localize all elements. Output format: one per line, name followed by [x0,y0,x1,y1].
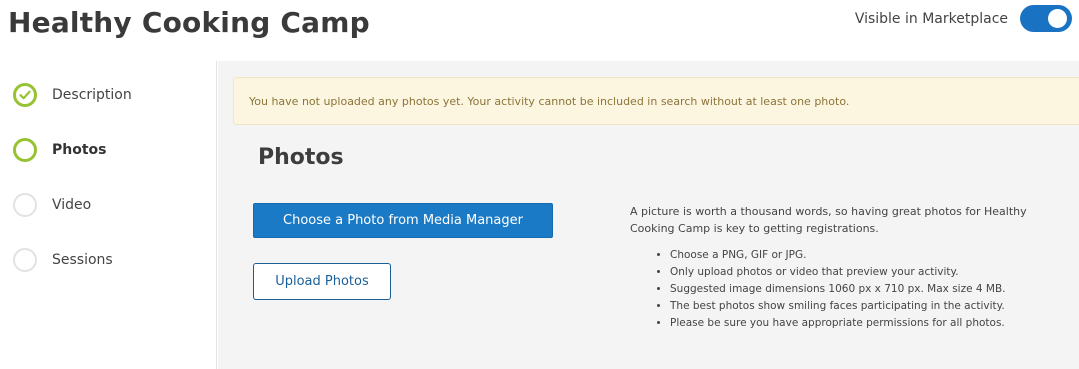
upload-photos-button[interactable]: Upload Photos [253,263,391,300]
tips-list: Choose a PNG, GIF or JPG. Only upload ph… [630,247,1070,332]
list-item: Choose a PNG, GIF or JPG. [670,247,1070,264]
toggle-knob [1048,9,1067,28]
step-label: Photos [52,142,107,158]
marketplace-visibility: Visible in Marketplace [855,5,1072,32]
step-sessions[interactable]: Sessions [13,247,113,273]
visibility-label: Visible in Marketplace [854,10,1008,27]
list-item: The best photos show smiling faces parti… [670,298,1070,315]
list-item: Suggested image dimensions 1060 px x 710… [670,281,1070,298]
guidelines-intro: A picture is worth a thousand words, so … [630,205,1027,235]
step-label: Sessions [52,252,113,268]
active-step-icon [13,138,37,162]
visibility-toggle[interactable] [1020,5,1072,32]
section-title: Photos [258,145,344,170]
steps-sidebar: Description Photos Video Sessions [0,61,217,369]
check-icon [13,83,37,107]
main-panel: You have not uploaded any photos yet. Yo… [218,61,1079,369]
choose-from-media-manager-button[interactable]: Choose a Photo from Media Manager [253,203,553,238]
list-item: Please be sure you have appropriate perm… [670,315,1070,332]
pending-step-icon [13,248,37,272]
step-video[interactable]: Video [13,192,91,218]
list-item: Only upload photos or video that preview… [670,264,1070,281]
page-title: Healthy Cooking Camp [8,6,370,39]
photo-guidelines: A picture is worth a thousand words, so … [630,203,1070,332]
step-label: Video [52,197,92,213]
step-description[interactable]: Description [13,82,132,108]
no-photos-alert: You have not uploaded any photos yet. Yo… [233,77,1079,125]
step-label: Description [52,87,132,103]
alert-text: You have not uploaded any photos yet. Yo… [249,94,850,108]
pending-step-icon [13,193,37,217]
step-photos[interactable]: Photos [13,137,107,163]
